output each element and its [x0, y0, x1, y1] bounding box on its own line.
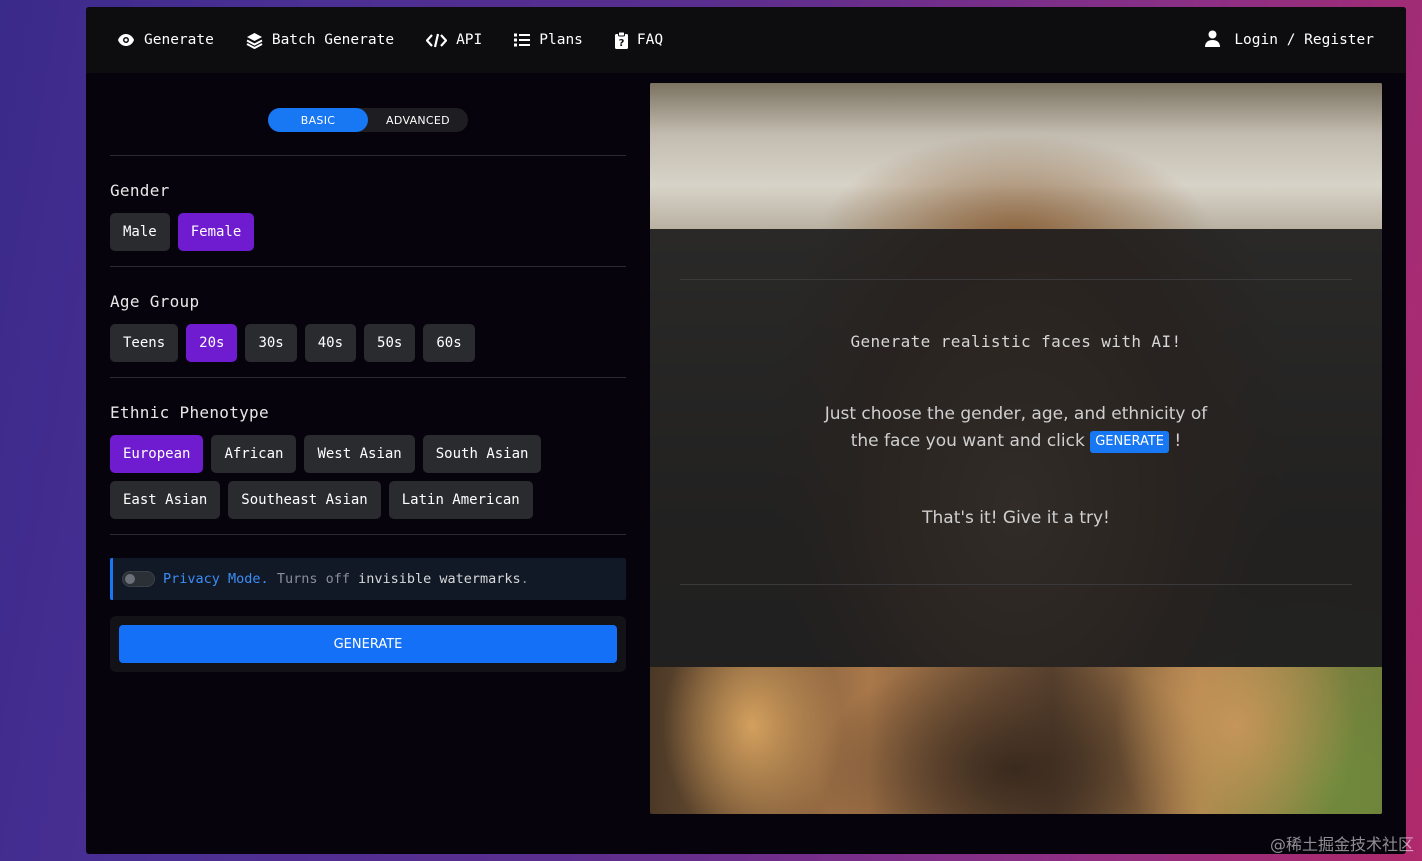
- ethnic-phenotype-title: Ethnic Phenotype: [110, 403, 269, 422]
- nav-faq-label: FAQ: [636, 32, 664, 48]
- divider: [110, 155, 626, 156]
- intro-overlay: Generate realistic faces with AI! Just c…: [650, 229, 1382, 667]
- nav-faq[interactable]: ? FAQ: [614, 31, 664, 49]
- age-30s-button[interactable]: 30s: [245, 324, 297, 362]
- nav-api[interactable]: API: [426, 32, 482, 48]
- overlay-line2-text: the face you want and click: [850, 431, 1085, 451]
- nav-plans[interactable]: Plans: [514, 32, 583, 48]
- privacy-text: Turns off: [276, 571, 350, 587]
- age-20s-button[interactable]: 20s: [186, 324, 238, 362]
- generate-container: GENERATE: [110, 616, 626, 672]
- navbar: Generate Batch Generate API Plans ? FAQ …: [86, 7, 1406, 73]
- divider: [110, 377, 626, 378]
- nav-batch-label: Batch Generate: [271, 32, 395, 48]
- overlay-exclaim: !: [1174, 431, 1182, 451]
- age-60s-button[interactable]: 60s: [423, 324, 475, 362]
- gender-title: Gender: [110, 181, 170, 200]
- overlay-title: Generate realistic faces with AI!: [850, 332, 1182, 351]
- nav-generate[interactable]: Generate: [117, 32, 214, 48]
- gender-options: Male Female: [110, 213, 255, 251]
- layers-icon: [246, 32, 263, 49]
- mode-basic-button[interactable]: BASIC: [268, 108, 368, 132]
- user-icon: [1205, 30, 1221, 51]
- gender-female-button[interactable]: Female: [177, 213, 255, 251]
- list-icon: [514, 33, 531, 47]
- nav-api-label: API: [456, 32, 483, 48]
- eye-icon: [117, 33, 135, 47]
- ethnic-west-asian-button[interactable]: West Asian: [304, 435, 415, 473]
- switch-knob: [125, 574, 135, 584]
- ethnic-latin-american-button[interactable]: Latin American: [388, 481, 533, 519]
- age-options: Teens 20s 30s 40s 50s 60s: [110, 324, 475, 362]
- overlay-divider: [680, 279, 1352, 280]
- ethnic-african-button[interactable]: African: [211, 435, 297, 473]
- overlay-divider: [680, 584, 1352, 585]
- ethnic-options-row2: East Asian Southeast Asian Latin America…: [110, 481, 533, 519]
- overlay-generate-badge: GENERATE: [1090, 431, 1170, 453]
- divider: [110, 534, 626, 535]
- app-window: Generate Batch Generate API Plans ? FAQ …: [86, 7, 1406, 854]
- nav-links: Generate Batch Generate API Plans ? FAQ: [117, 31, 695, 49]
- clipboard-question-icon: ?: [614, 31, 628, 49]
- privacy-mode-box: Privacy Mode. Turns off invisible waterm…: [110, 558, 626, 600]
- nav-generate-label: Generate: [144, 32, 214, 48]
- ethnic-east-asian-button[interactable]: East Asian: [110, 481, 221, 519]
- age-40s-button[interactable]: 40s: [304, 324, 357, 362]
- mode-toggle: BASIC ADVANCED: [268, 108, 468, 132]
- privacy-period: .: [520, 571, 529, 587]
- ethnic-european-button[interactable]: European: [110, 435, 204, 473]
- privacy-mode-link[interactable]: Privacy Mode.: [163, 571, 269, 587]
- overlay-line2: the face you want and click GENERATE !: [650, 428, 1382, 455]
- login-register-link[interactable]: Login / Register: [1205, 30, 1374, 51]
- age-teens-button[interactable]: Teens: [110, 324, 179, 362]
- generated-face-image: Generate realistic faces with AI! Just c…: [650, 83, 1382, 814]
- ethnic-south-asian-button[interactable]: South Asian: [422, 435, 542, 473]
- age-50s-button[interactable]: 50s: [364, 324, 416, 362]
- overlay-line3: That's it! Give it a try!: [922, 508, 1110, 528]
- divider: [110, 266, 626, 267]
- ethnic-southeast-asian-button[interactable]: Southeast Asian: [228, 481, 381, 519]
- svg-text:?: ?: [619, 38, 625, 49]
- gender-male-button[interactable]: Male: [110, 213, 170, 251]
- code-icon: [426, 33, 448, 48]
- mode-advanced-button[interactable]: ADVANCED: [368, 108, 468, 132]
- generate-button[interactable]: GENERATE: [119, 625, 617, 663]
- ethnic-options-row1: European African West Asian South Asian: [110, 435, 542, 473]
- login-label: Login / Register: [1234, 32, 1374, 48]
- overlay-line1: Just choose the gender, age, and ethnici…: [824, 404, 1208, 424]
- age-group-title: Age Group: [110, 292, 200, 311]
- privacy-mode-switch[interactable]: [122, 571, 155, 587]
- watermark: @稀土掘金技术社区: [1269, 835, 1414, 854]
- privacy-strong-text: invisible watermarks: [358, 571, 521, 587]
- nav-batch-generate[interactable]: Batch Generate: [246, 32, 394, 49]
- nav-plans-label: Plans: [539, 32, 583, 48]
- image-top: [650, 83, 1382, 229]
- image-bottom: [650, 667, 1382, 814]
